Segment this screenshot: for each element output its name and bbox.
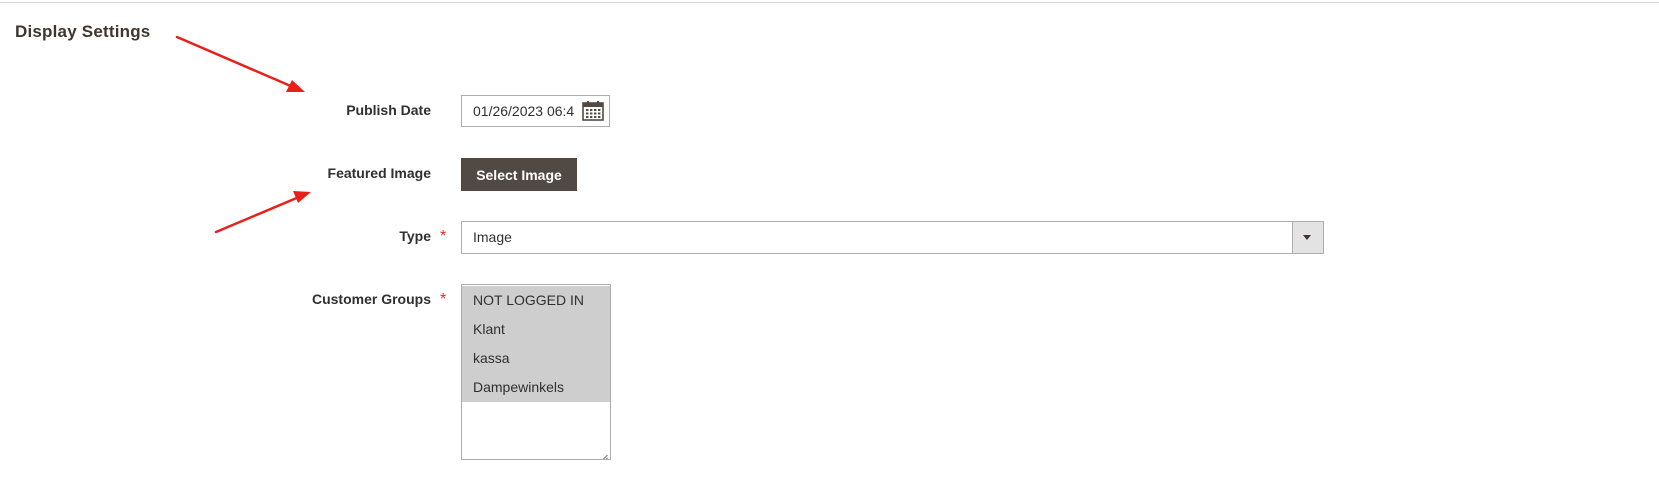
featured-image-label: Featured Image (327, 165, 431, 181)
customer-groups-multiselect[interactable]: NOT LOGGED IN Klant kassa Dampewinkels (461, 284, 611, 460)
publish-date-label: Publish Date (346, 102, 431, 118)
calendar-icon[interactable] (581, 100, 605, 122)
section-title: Display Settings (15, 22, 151, 41)
select-image-button[interactable]: Select Image (461, 158, 577, 191)
type-select[interactable]: Image (461, 221, 1324, 254)
publish-date-field (461, 95, 610, 127)
type-selected-value: Image (473, 229, 512, 245)
customer-group-option[interactable]: Dampewinkels (462, 373, 610, 402)
customer-groups-label: Customer Groups (311, 291, 431, 307)
display-settings-page: Display Settings Publish Date Featured I… (0, 0, 1659, 494)
annotation-arrow-publish-date (175, 35, 305, 92)
customer-group-option[interactable]: kassa (462, 344, 610, 373)
resize-handle-icon[interactable] (600, 449, 608, 459)
top-divider (0, 2, 1659, 3)
type-dropdown-toggle[interactable] (1292, 222, 1323, 253)
type-label: Type (399, 228, 431, 244)
customer-group-option[interactable]: Klant (462, 315, 610, 344)
publish-date-input[interactable] (462, 96, 574, 126)
annotation-arrow-featured-image (214, 191, 311, 234)
customer-group-option[interactable]: NOT LOGGED IN (462, 286, 610, 315)
chevron-down-icon (1303, 235, 1311, 240)
type-required-mark: * (440, 228, 447, 245)
customer-groups-required-mark: * (440, 291, 447, 308)
